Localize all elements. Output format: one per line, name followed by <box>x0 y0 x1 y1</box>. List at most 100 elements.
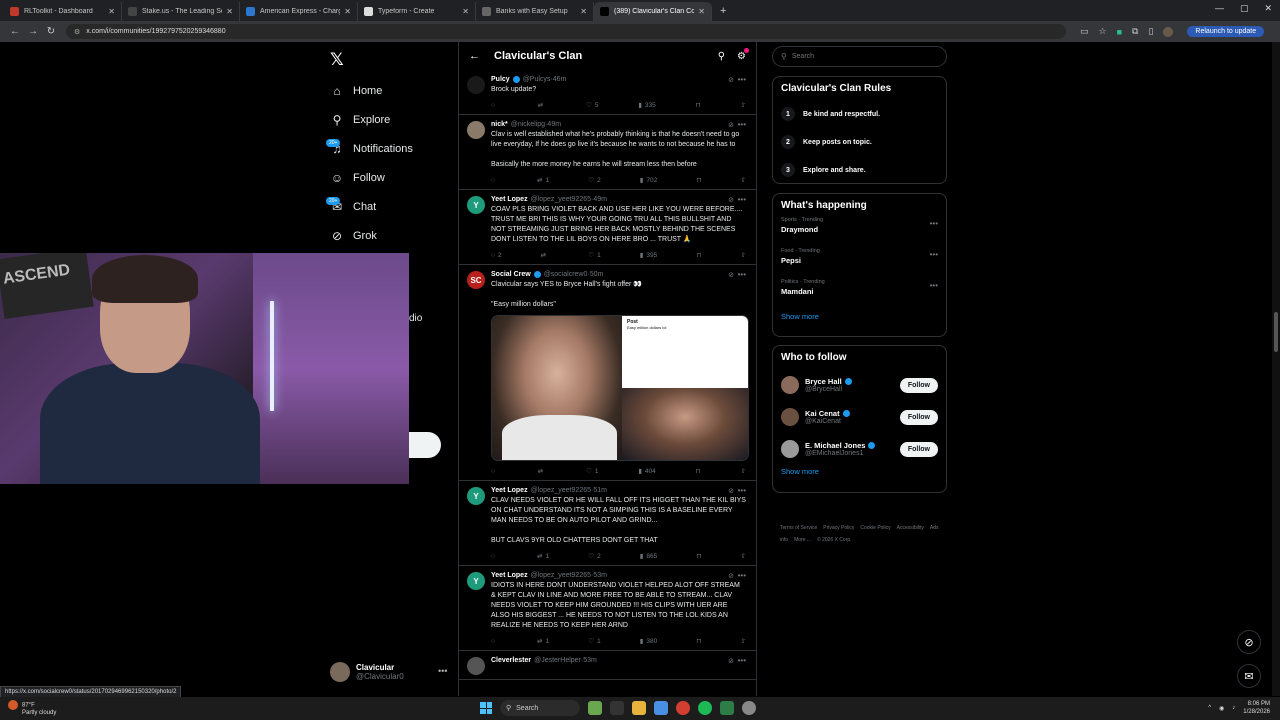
views-button[interactable]: ▮ 702 <box>640 176 657 185</box>
reply-button[interactable]: ○ <box>491 638 498 645</box>
grok-icon[interactable]: ⊘ <box>728 76 734 84</box>
post-item[interactable]: SC Social Crew @socialcrew0 · 50m ⊘ ••• Clavi… <box>459 265 756 481</box>
like-button[interactable]: ♡ 1 <box>588 637 600 646</box>
grok-icon[interactable]: ⊘ <box>728 121 734 129</box>
avatar[interactable]: Y <box>467 572 485 590</box>
nav-item-chat[interactable]: ✉ 20+ Chat <box>326 192 413 221</box>
chrome-icon[interactable] <box>676 701 690 715</box>
repost-button[interactable]: ⇄ <box>541 251 549 259</box>
app-icon[interactable] <box>742 701 756 715</box>
like-button[interactable]: ♡ 2 <box>588 552 600 561</box>
author-name[interactable]: Yeet Lopez <box>491 196 528 203</box>
author-name[interactable]: nick* <box>491 121 508 128</box>
taskview-icon[interactable] <box>588 701 602 715</box>
bookmark-button[interactable]: ⊓ <box>696 467 701 475</box>
post-time[interactable]: 49m <box>593 196 607 203</box>
post-item[interactable]: nick* @nickelipg · 49m ⊘ ••• Clav is well es… <box>459 115 756 190</box>
views-button[interactable]: ▮ 380 <box>640 637 657 646</box>
author-name[interactable]: Yeet Lopez <box>491 572 528 579</box>
trend-item[interactable]: Sports · Trending Draymond ••• <box>781 217 938 248</box>
grok-icon[interactable]: ⊘ <box>728 572 734 580</box>
repost-button[interactable]: ⇄ <box>538 101 546 109</box>
nav-item-follow[interactable]: ☺ Follow <box>330 163 413 192</box>
like-button[interactable]: ♡ 5 <box>586 101 598 110</box>
close-window-icon[interactable]: ✕ <box>1264 3 1272 14</box>
close-icon[interactable]: ✕ <box>580 7 587 16</box>
relaunch-button[interactable]: Relaunch to update <box>1187 26 1265 37</box>
close-icon[interactable]: ✕ <box>462 7 469 16</box>
footer-link[interactable]: Cookie Policy <box>860 525 890 531</box>
avatar[interactable]: SC <box>467 271 485 289</box>
account-switcher[interactable]: Clavicular @Clavicular0 ••• <box>330 662 447 682</box>
messages-fab-icon[interactable]: ✉ <box>1237 664 1261 688</box>
like-button[interactable]: ♡ 1 <box>588 251 600 260</box>
url-input[interactable]: ⚙ x.com/i/communities/199279752025934688… <box>66 24 1066 39</box>
puzzle-icon[interactable]: ⧉ <box>1132 26 1138 37</box>
taskbar-search[interactable]: ⚲ Search <box>500 700 580 716</box>
trend-item[interactable]: Politics · Trending Mamdani ••• <box>781 279 938 310</box>
nav-item-explore[interactable]: ⚲ Explore <box>330 105 413 134</box>
post-item[interactable]: Y Yeet Lopez @lopez_yeet92265 · 53m ⊘ ••• IDI… <box>459 566 756 651</box>
chevron-up-icon[interactable]: ^ <box>1208 705 1211 711</box>
extension-icon[interactable]: ■ <box>1117 27 1122 37</box>
author-handle[interactable]: @Pulcys <box>523 76 551 83</box>
reply-button[interactable]: ○ <box>491 468 498 475</box>
views-button[interactable]: ▮ 335 <box>638 101 655 110</box>
grok-icon[interactable]: ⊘ <box>728 271 734 279</box>
more-icon[interactable]: ••• <box>438 666 447 676</box>
like-button[interactable]: ♡ 1 <box>586 467 598 476</box>
views-button[interactable]: ▮ 404 <box>638 467 655 476</box>
repost-button[interactable]: ⇄ <box>538 467 546 475</box>
avatar[interactable]: Y <box>467 487 485 505</box>
post-item[interactable]: Cleverlester @JesterHelper · 53m ⊘ ••• <box>459 651 756 680</box>
spotify-icon[interactable] <box>698 701 712 715</box>
author-name[interactable]: Social Crew <box>491 271 531 278</box>
reply-button[interactable]: ○ <box>491 553 498 560</box>
follow-name[interactable]: Kai Cenat <box>805 409 900 418</box>
bookmark-button[interactable]: ⊓ <box>696 251 701 259</box>
author-name[interactable]: Yeet Lopez <box>491 487 528 494</box>
share-button[interactable]: ⇧ <box>741 637 746 645</box>
repost-button[interactable]: ⇄ 1 <box>537 176 549 185</box>
scrollbar[interactable] <box>1272 42 1280 696</box>
grok-icon[interactable]: ⊘ <box>728 657 734 665</box>
scrollbar-thumb[interactable] <box>1274 312 1278 352</box>
follow-button[interactable]: Follow <box>899 377 938 393</box>
follow-button[interactable]: Follow <box>899 409 938 425</box>
avatar[interactable] <box>781 408 799 426</box>
clock[interactable]: 8:06 PM 1/28/2026 <box>1243 700 1270 716</box>
views-button[interactable]: ▮ 395 <box>640 251 657 260</box>
windows-start-icon[interactable] <box>480 702 492 714</box>
back-arrow-icon[interactable]: ← <box>469 50 480 62</box>
post-time[interactable]: 46m <box>553 76 567 83</box>
author-handle[interactable]: @socialcrew0 <box>544 271 588 278</box>
share-button[interactable]: ⇧ <box>741 251 746 259</box>
share-button[interactable]: ⇧ <box>741 552 746 560</box>
search-input[interactable]: ⚲ Search <box>772 46 947 67</box>
avatar[interactable] <box>467 76 485 94</box>
repost-button[interactable]: ⇄ 1 <box>537 552 549 561</box>
minimize-icon[interactable]: — <box>1215 3 1224 14</box>
file-explorer-icon[interactable] <box>632 701 646 715</box>
post-time[interactable]: 50m <box>590 271 604 278</box>
browser-tab[interactable]: RLToolkit - Dashboard ✕ <box>4 2 122 21</box>
browser-tab[interactable]: (389) Clavicular's Clan Commu✕ <box>594 2 712 21</box>
maximize-icon[interactable]: ▢ <box>1240 3 1249 14</box>
more-icon[interactable]: ••• <box>738 486 746 495</box>
bookmark-button[interactable]: ⊓ <box>696 552 701 560</box>
post-item[interactable]: Y Yeet Lopez @lopez_yeet92265 · 49m ⊘ ••• COA… <box>459 190 756 265</box>
follow-suggestion[interactable]: E. Michael Jones @EMichaelJones1 Follow <box>781 433 938 465</box>
post-button[interactable] <box>409 432 441 458</box>
more-icon[interactable]: ••• <box>738 75 746 84</box>
bookmark-button[interactable]: ⊓ <box>696 101 701 109</box>
bookmark-star-icon[interactable]: ☆ <box>1099 26 1107 37</box>
author-name[interactable]: Pulcy <box>491 76 510 83</box>
footer-link[interactable]: Privacy Policy <box>823 525 854 531</box>
nav-item-home[interactable]: ⌂ Home <box>330 76 413 105</box>
author-name[interactable]: Cleverlester <box>491 657 531 664</box>
grok-fab-icon[interactable]: ⊘ <box>1237 630 1261 654</box>
nav-item-notifications[interactable]: ♫ 20+ Notifications <box>326 134 413 163</box>
more-icon[interactable]: ••• <box>930 219 938 228</box>
show-more-link[interactable]: Show more <box>781 467 938 476</box>
follow-suggestion[interactable]: Bryce Hall @BryceHall Follow <box>781 369 938 401</box>
